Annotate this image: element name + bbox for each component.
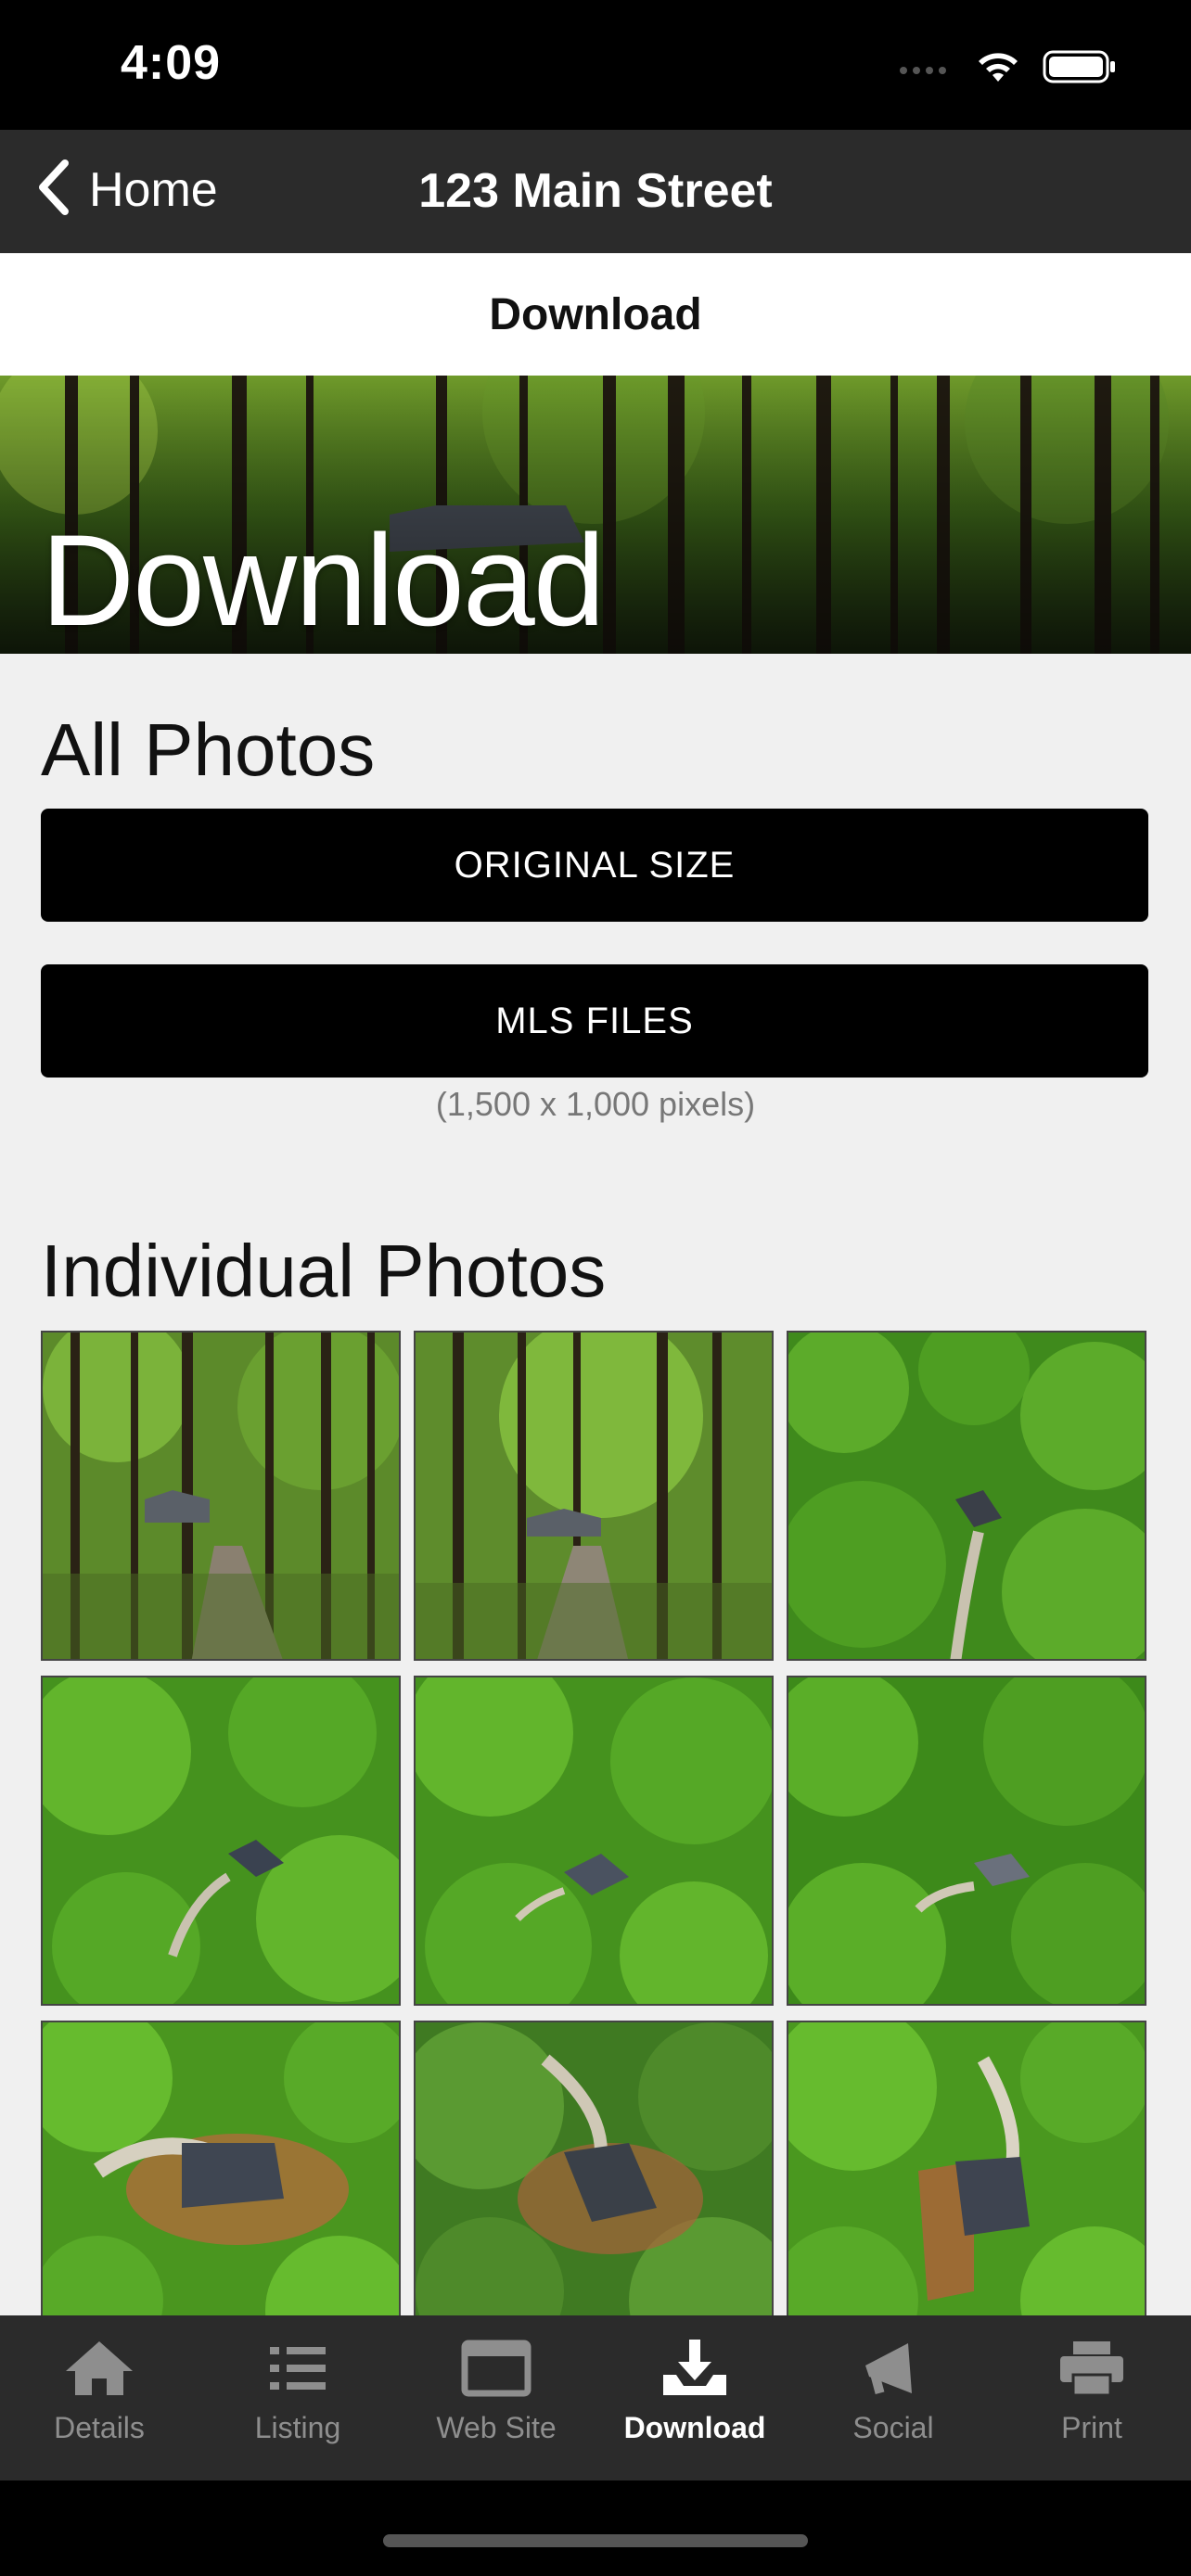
photo-thumbnail[interactable]	[787, 2021, 1146, 2315]
tab-label: Web Site	[436, 2411, 557, 2444]
download-content: All Photos ORIGINAL SIZE MLS FILES (1,50…	[0, 654, 1191, 2315]
back-button[interactable]: Home	[35, 158, 218, 222]
tab-label: Listing	[254, 2411, 341, 2444]
printer-icon	[1055, 2338, 1129, 2404]
photo-grid	[41, 1331, 1150, 2315]
tab-listing[interactable]: Listing	[198, 2315, 397, 2480]
tab-web-site[interactable]: Web Site	[397, 2315, 596, 2480]
individual-photos-heading: Individual Photos	[41, 1230, 607, 1312]
status-time: 4:09	[121, 36, 222, 90]
hero-banner: Download	[0, 376, 1191, 654]
tab-label: Print	[1061, 2411, 1122, 2444]
house-icon	[62, 2338, 136, 2404]
original-size-button[interactable]: ORIGINAL SIZE	[41, 809, 1148, 922]
mls-size-note: (1,500 x 1,000 pixels)	[435, 1085, 756, 1123]
photo-thumbnail[interactable]	[787, 1676, 1146, 2006]
photo-thumbnail[interactable]	[414, 1331, 774, 1661]
browser-window-icon	[459, 2338, 533, 2404]
chevron-left-icon	[35, 158, 72, 222]
all-photos-heading: All Photos	[41, 708, 376, 791]
page-subtitle: Download	[0, 253, 1191, 376]
home-indicator[interactable]	[383, 2534, 808, 2547]
photo-thumbnail[interactable]	[414, 2021, 774, 2315]
photo-thumbnail[interactable]	[41, 1331, 401, 1661]
home-indicator-area	[0, 2480, 1191, 2576]
tab-details[interactable]: Details	[0, 2315, 198, 2480]
photo-thumbnail[interactable]	[41, 1676, 401, 2006]
status-icons	[898, 48, 1117, 90]
download-tray-icon	[658, 2338, 732, 2404]
tab-label: Details	[54, 2411, 145, 2444]
back-label: Home	[89, 162, 218, 217]
wifi-icon	[974, 48, 1022, 90]
tab-download[interactable]: Download	[596, 2315, 794, 2480]
cellular-signal-icon	[898, 57, 954, 81]
navigation-bar: Home 123 Main Street	[0, 130, 1191, 253]
tab-social[interactable]: Social	[794, 2315, 992, 2480]
tab-bar: Details Listing Web Site Download Social…	[0, 2315, 1191, 2480]
tab-label: Download	[623, 2411, 766, 2444]
photo-thumbnail[interactable]	[41, 2021, 401, 2315]
mls-files-button[interactable]: MLS FILES	[41, 964, 1148, 1078]
tab-label: Social	[852, 2411, 934, 2444]
tab-print[interactable]: Print	[992, 2315, 1191, 2480]
photo-thumbnail[interactable]	[414, 1676, 774, 2006]
megaphone-icon	[856, 2338, 930, 2404]
list-icon	[261, 2338, 335, 2404]
photo-thumbnail[interactable]	[787, 1331, 1146, 1661]
battery-icon	[1043, 48, 1117, 90]
hero-title: Download	[41, 507, 606, 653]
status-bar: 4:09	[0, 0, 1191, 130]
